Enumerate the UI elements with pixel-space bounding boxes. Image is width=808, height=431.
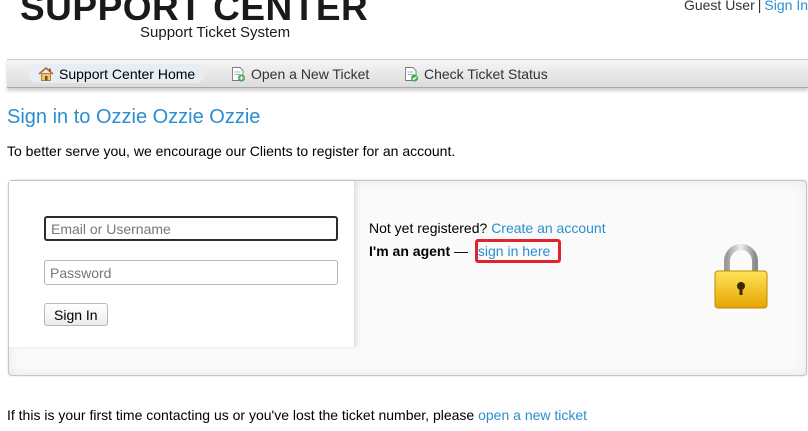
create-account-link[interactable]: Create an account	[491, 220, 605, 236]
user-bar: Guest User | Sign In	[684, 0, 808, 13]
not-registered-line: Not yet registered? Create an account	[369, 217, 606, 239]
padlock-icon	[714, 243, 768, 309]
page-title: Sign in to Ozzie Ozzie Ozzie	[7, 106, 261, 128]
login-panel: Sign In Not yet registered? Create an ac…	[8, 180, 807, 376]
nav-item-home[interactable]: Support Center Home	[28, 64, 206, 83]
password-field[interactable]	[44, 260, 338, 285]
sign-in-button[interactable]: Sign In	[44, 303, 108, 326]
email-field[interactable]	[44, 216, 338, 241]
agent-label: I'm an agent	[369, 243, 451, 259]
home-icon	[38, 66, 54, 82]
logo-subtitle: Support Ticket System	[140, 24, 291, 41]
nav-item-open-ticket[interactable]: Open a New Ticket	[230, 64, 369, 83]
header-sign-in-link[interactable]: Sign In	[764, 0, 808, 13]
logo[interactable]: SUPPORT CENTER Support Ticket System	[20, 0, 368, 46]
nav-ticket-status-label: Check Ticket Status	[424, 65, 548, 82]
intro-text: To better serve you, we encourage our Cl…	[7, 143, 456, 159]
new-ticket-icon	[230, 66, 246, 82]
not-registered-text: Not yet registered?	[369, 220, 488, 236]
registration-info: Not yet registered? Create an account I'…	[369, 217, 606, 263]
sign-in-form: Sign In	[9, 181, 355, 347]
agent-sign-in-link[interactable]: sign in here	[478, 243, 550, 259]
ticket-status-icon	[403, 66, 419, 82]
nav-item-ticket-status[interactable]: Check Ticket Status	[403, 64, 548, 83]
agent-line: I'm an agent — sign in here	[369, 239, 606, 263]
agent-link-highlight: sign in here	[474, 239, 562, 263]
agent-dash: —	[454, 243, 469, 259]
main-navigation: Support Center Home Open a New Ticket Ch…	[7, 59, 808, 88]
user-bar-separator: |	[757, 0, 762, 13]
footer-text: If this is your first time contacting us…	[7, 407, 475, 423]
nav-home-label: Support Center Home	[59, 65, 196, 82]
open-new-ticket-link[interactable]: open a new ticket	[478, 407, 587, 423]
guest-user-label: Guest User	[683, 0, 755, 13]
nav-open-ticket-label: Open a New Ticket	[251, 65, 370, 82]
footer-note: If this is your first time contacting us…	[7, 407, 587, 423]
